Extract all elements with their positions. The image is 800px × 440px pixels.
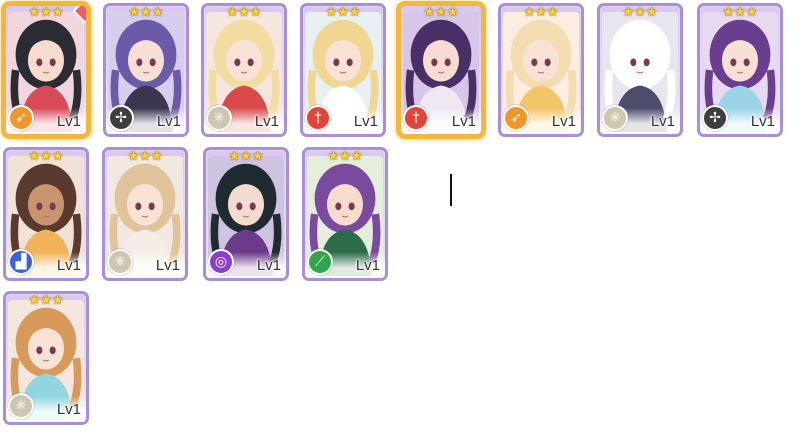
star-icon: ★ xyxy=(150,148,163,163)
text-cursor xyxy=(450,174,452,206)
level-label: Lv1 xyxy=(750,113,775,130)
character-grid: ★ ★ ★ ➶ Lv1 ★ ★ ★ ✢ Lv1 ★ ★ ★ ✳ Lv1 ★ ★ ★ † Lv1 ★ ★ ★ † Lv1 ★ ★ ★ ➶ L… xyxy=(0,0,800,440)
character-card[interactable]: ★ ★ ★ ✢ Lv1 xyxy=(103,3,189,137)
sparkle-icon: ✳ xyxy=(107,249,133,275)
rarity-stars: ★ ★ ★ xyxy=(423,4,459,19)
sparkle-icon: ✳ xyxy=(602,105,628,131)
rarity-stars: ★ ★ ★ xyxy=(28,4,64,19)
star-icon: ★ xyxy=(634,4,646,19)
level-label: Lv1 xyxy=(551,113,576,130)
level-label: Lv1 xyxy=(56,401,81,418)
level-label: Lv1 xyxy=(256,257,281,274)
sword-icon: † xyxy=(403,105,429,131)
rarity-stars: ★ ★ ★ xyxy=(327,148,363,163)
rarity-stars: ★ ★ ★ xyxy=(325,4,361,19)
character-card[interactable]: ★ ★ ★ ◎ Lv1 xyxy=(203,147,289,281)
star-icon: ★ xyxy=(238,4,250,19)
star-icon: ★ xyxy=(40,148,52,163)
star-icon: ★ xyxy=(523,4,536,19)
level-label: Lv1 xyxy=(155,257,180,274)
character-card[interactable]: ★ ★ ★ ⟋ Lv1 xyxy=(302,147,388,281)
star-icon: ★ xyxy=(622,4,635,19)
star-icon: ★ xyxy=(28,292,41,307)
character-card[interactable]: ★ ★ ★ ✳ Lv1 xyxy=(201,3,287,137)
rarity-stars: ★ ★ ★ xyxy=(127,148,163,163)
star-icon: ★ xyxy=(446,4,459,19)
star-icon: ★ xyxy=(28,4,41,19)
star-icon: ★ xyxy=(535,4,547,19)
star-icon: ★ xyxy=(51,148,64,163)
character-card[interactable]: ★ ★ ★ ✳ Lv1 xyxy=(3,291,89,425)
level-label: Lv1 xyxy=(355,257,380,274)
star-icon: ★ xyxy=(327,148,340,163)
staff-icon: ⟋ xyxy=(307,249,333,275)
star-icon: ★ xyxy=(51,4,64,19)
character-card[interactable]: ★ ★ ★ ▟ Lv1 xyxy=(3,147,89,281)
rarity-stars: ★ ★ ★ xyxy=(226,4,262,19)
star-icon: ★ xyxy=(546,4,559,19)
rarity-stars: ★ ★ ★ xyxy=(28,292,64,307)
character-card[interactable]: ★ ★ ★ ➶ Lv1 xyxy=(498,3,584,137)
sword-icon: † xyxy=(305,105,331,131)
star-icon: ★ xyxy=(350,148,363,163)
star-icon: ★ xyxy=(226,4,239,19)
star-icon: ★ xyxy=(337,4,349,19)
character-card[interactable]: ★ ★ ★ ✳ Lv1 xyxy=(597,3,683,137)
star-icon: ★ xyxy=(251,148,264,163)
wind-icon: ✢ xyxy=(108,105,134,131)
level-label: Lv1 xyxy=(56,113,81,130)
level-label: Lv1 xyxy=(650,113,675,130)
bow-icon: ➶ xyxy=(8,105,34,131)
character-card[interactable]: ★ ★ ★ † Lv1 xyxy=(398,3,484,137)
star-icon: ★ xyxy=(40,292,52,307)
star-icon: ★ xyxy=(645,4,658,19)
star-icon: ★ xyxy=(348,4,361,19)
character-card[interactable]: ★ ★ ★ ✳ Lv1 xyxy=(102,147,188,281)
level-label: Lv1 xyxy=(451,113,476,130)
boot-icon: ▟ xyxy=(8,249,34,275)
spiral-icon: ◎ xyxy=(208,249,234,275)
character-card[interactable]: ★ ★ ★ ➶ Lv1 xyxy=(3,3,89,137)
rarity-stars: ★ ★ ★ xyxy=(228,148,264,163)
sparkle-icon: ✳ xyxy=(206,105,232,131)
level-label: Lv1 xyxy=(156,113,181,130)
level-label: Lv1 xyxy=(254,113,279,130)
star-icon: ★ xyxy=(128,4,141,19)
star-icon: ★ xyxy=(435,4,447,19)
rarity-stars: ★ ★ ★ xyxy=(622,4,658,19)
character-card[interactable]: ★ ★ ★ † Lv1 xyxy=(300,3,386,137)
star-icon: ★ xyxy=(745,4,758,19)
star-icon: ★ xyxy=(325,4,338,19)
star-icon: ★ xyxy=(228,148,241,163)
rarity-stars: ★ ★ ★ xyxy=(722,4,758,19)
level-label: Lv1 xyxy=(56,257,81,274)
star-icon: ★ xyxy=(249,4,262,19)
bow-icon: ➶ xyxy=(503,105,529,131)
star-icon: ★ xyxy=(51,292,64,307)
level-label: Lv1 xyxy=(353,113,378,130)
star-icon: ★ xyxy=(734,4,746,19)
star-icon: ★ xyxy=(127,148,140,163)
star-icon: ★ xyxy=(40,4,52,19)
character-card[interactable]: ★ ★ ★ ✢ Lv1 xyxy=(697,3,783,137)
star-icon: ★ xyxy=(140,4,152,19)
star-icon: ★ xyxy=(240,148,252,163)
star-icon: ★ xyxy=(722,4,735,19)
rarity-stars: ★ ★ ★ xyxy=(28,148,64,163)
star-icon: ★ xyxy=(151,4,164,19)
sparkle-icon: ✳ xyxy=(8,393,34,419)
star-icon: ★ xyxy=(339,148,351,163)
star-icon: ★ xyxy=(139,148,151,163)
rarity-stars: ★ ★ ★ xyxy=(128,4,164,19)
rarity-stars: ★ ★ ★ xyxy=(523,4,559,19)
star-icon: ★ xyxy=(423,4,436,19)
star-icon: ★ xyxy=(28,148,41,163)
wind-icon: ✢ xyxy=(702,105,728,131)
